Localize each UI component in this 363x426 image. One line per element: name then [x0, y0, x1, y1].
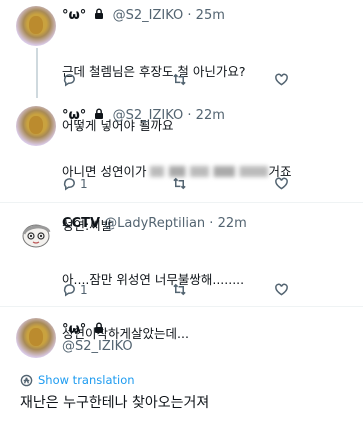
reply-button[interactable]: 1 [62, 282, 88, 297]
lock-icon [95, 108, 104, 119]
separator-dot: · [209, 216, 214, 231]
separator-dot: · [187, 108, 192, 123]
tweet-actions: 1 [62, 282, 302, 298]
like-button[interactable] [274, 282, 289, 297]
handle[interactable]: @LadyReptilian [104, 216, 205, 231]
reply-icon [63, 178, 75, 191]
divider [0, 306, 363, 307]
timestamp[interactable]: 25m [196, 8, 225, 23]
main-handle-row: @S2_IZIKO [62, 339, 133, 354]
tweet-3[interactable]: CCTV @LadyReptilian · 22m 아....잠만 위성연 너무… [0, 208, 363, 341]
retweet-button[interactable] [172, 72, 187, 87]
handle[interactable]: @S2_IZIKO [113, 108, 184, 123]
tweet-header: °ω° @S2_IZIKO · 22m [62, 108, 225, 123]
retweet-icon [173, 177, 186, 190]
retweet-icon [173, 73, 186, 86]
reply-icon [63, 74, 75, 87]
handle[interactable]: @S2_IZIKO [113, 8, 184, 23]
reply-count: 1 [80, 282, 88, 297]
like-icon [275, 283, 288, 296]
avatar[interactable] [16, 318, 56, 358]
retweet-icon [173, 283, 186, 296]
display-name[interactable]: °ω° [62, 108, 86, 123]
divider [0, 202, 363, 203]
handle[interactable]: @S2_IZIKO [62, 339, 133, 354]
thread-line [36, 48, 38, 98]
avatar[interactable] [16, 6, 56, 46]
timestamp[interactable]: 22m [218, 216, 247, 231]
tweet-1[interactable]: °ω° @S2_IZIKO · 25m 근데 철렘님은 후장도 철 아닌가요? … [0, 0, 363, 133]
like-icon [275, 177, 288, 190]
reply-icon [63, 284, 75, 297]
tweet-actions [62, 72, 302, 88]
tweet-actions: 1 [62, 176, 302, 192]
tweet-header: CCTV @LadyReptilian · 22m [62, 216, 247, 231]
display-name[interactable]: CCTV [62, 216, 100, 231]
display-name[interactable]: °ω° [62, 8, 86, 23]
like-icon [275, 73, 288, 86]
like-button[interactable] [274, 176, 289, 191]
separator-dot: · [187, 8, 192, 23]
main-tweet-text: 재난은 누구한테나 찾아오는거져 [20, 395, 210, 411]
retweet-button[interactable] [172, 176, 187, 191]
display-name[interactable]: °ω° [62, 322, 86, 337]
avatar[interactable] [16, 106, 56, 146]
reply-button[interactable]: 1 [62, 176, 88, 191]
show-translation-link[interactable]: Show translation [20, 373, 135, 387]
tweet-header: °ω° @S2_IZIKO · 25m [62, 8, 225, 23]
lock-icon [95, 322, 104, 333]
show-translation-label[interactable]: Show translation [38, 373, 135, 387]
translate-icon [20, 374, 33, 386]
tweet-2[interactable]: °ω° @S2_IZIKO · 22m 아니면 성연이가 거죠 성연:씨발 1 [0, 100, 363, 233]
reply-button[interactable] [62, 72, 77, 87]
cctv-avatar-icon [22, 224, 51, 248]
lock-icon [95, 8, 104, 19]
like-button[interactable] [274, 72, 289, 87]
avatar[interactable] [16, 214, 56, 254]
timestamp[interactable]: 22m [196, 108, 225, 123]
main-name-row: °ω° [62, 322, 108, 337]
retweet-button[interactable] [172, 282, 187, 297]
reply-count: 1 [80, 176, 88, 191]
